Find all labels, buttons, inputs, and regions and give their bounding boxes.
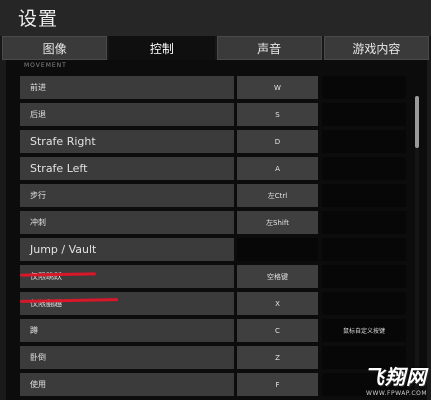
secondary-key-button[interactable] <box>322 265 406 288</box>
primary-key-button[interactable] <box>237 238 318 261</box>
secondary-key-button[interactable] <box>322 157 406 180</box>
scrollbar-track[interactable] <box>415 96 419 396</box>
secondary-key-button[interactable] <box>322 238 406 261</box>
secondary-key-button[interactable]: 鼠标自定义按键 <box>322 319 406 342</box>
secondary-key-button[interactable] <box>322 292 406 315</box>
window-title: 设置 <box>18 8 59 30</box>
action-label: 卧倒 <box>20 346 234 369</box>
action-label: 仅限翻越 <box>20 292 234 315</box>
action-label: 前进 <box>20 76 234 99</box>
keybind-row-walk: 步行 左Ctrl <box>20 184 410 207</box>
action-label: 仅限跳跃 <box>20 265 234 288</box>
keybind-row-prone: 卧倒 Z <box>20 346 410 369</box>
primary-key-button[interactable]: C <box>237 319 318 342</box>
primary-key-button[interactable]: 空格键 <box>237 265 318 288</box>
tab-game-content[interactable]: 游戏内容 <box>323 36 429 60</box>
keybind-row-jump-vault: Jump / Vault <box>20 238 410 261</box>
section-header: MOVEMENT <box>24 62 67 69</box>
keybind-list: 前进 W 后退 S Strafe Right D Strafe Left A 步… <box>20 76 410 400</box>
primary-key-button[interactable]: 左Shift <box>237 211 318 234</box>
keybind-row-vault-only: 仅限翻越 X <box>20 292 410 315</box>
watermark: 飞翔网 WWW.FPWAP.COM <box>364 361 427 397</box>
keybind-panel: MOVEMENT 前进 W 后退 S Strafe Right D Strafe… <box>6 60 427 400</box>
keybind-row-crouch: 蹲 C 鼠标自定义按键 <box>20 319 410 342</box>
watermark-url: WWW.FPWAP.COM <box>366 390 427 397</box>
secondary-key-button[interactable] <box>322 130 406 153</box>
action-label: 使用 <box>20 373 234 396</box>
action-label: 冲刺 <box>20 211 234 234</box>
action-label: Jump / Vault <box>20 238 234 261</box>
primary-key-button[interactable]: D <box>237 130 318 153</box>
primary-key-button[interactable]: S <box>237 103 318 126</box>
primary-key-button[interactable]: X <box>237 292 318 315</box>
secondary-key-button[interactable] <box>322 103 406 126</box>
watermark-logo: 飞翔网 <box>364 365 427 389</box>
secondary-key-button[interactable] <box>322 211 406 234</box>
keybind-row-use: 使用 F <box>20 373 410 396</box>
tab-graphics[interactable]: 图像 <box>2 36 108 60</box>
secondary-key-button[interactable] <box>322 76 406 99</box>
keybind-row-backward: 后退 S <box>20 103 410 126</box>
keybind-row-jump-only: 仅限跳跃 空格键 <box>20 265 410 288</box>
keybind-row-sprint: 冲刺 左Shift <box>20 211 410 234</box>
keybind-row-strafe-right: Strafe Right D <box>20 130 410 153</box>
action-label: Strafe Left <box>20 157 234 180</box>
tab-controls[interactable]: 控制 <box>109 36 215 60</box>
primary-key-button[interactable]: Z <box>237 346 318 369</box>
primary-key-button[interactable]: F <box>237 373 318 396</box>
action-label: 后退 <box>20 103 234 126</box>
scrollbar-thumb[interactable] <box>415 96 419 148</box>
keybind-row-forward: 前进 W <box>20 76 410 99</box>
action-label: Strafe Right <box>20 130 234 153</box>
action-label: 步行 <box>20 184 234 207</box>
secondary-key-button[interactable] <box>322 184 406 207</box>
primary-key-button[interactable]: W <box>237 76 318 99</box>
settings-tabs: 图像 控制 声音 游戏内容 <box>0 36 431 60</box>
action-label: 蹲 <box>20 319 234 342</box>
keybind-row-strafe-left: Strafe Left A <box>20 157 410 180</box>
tab-sound[interactable]: 声音 <box>216 36 322 60</box>
primary-key-button[interactable]: 左Ctrl <box>237 184 318 207</box>
primary-key-button[interactable]: A <box>237 157 318 180</box>
title-bar: 设置 <box>0 0 431 36</box>
